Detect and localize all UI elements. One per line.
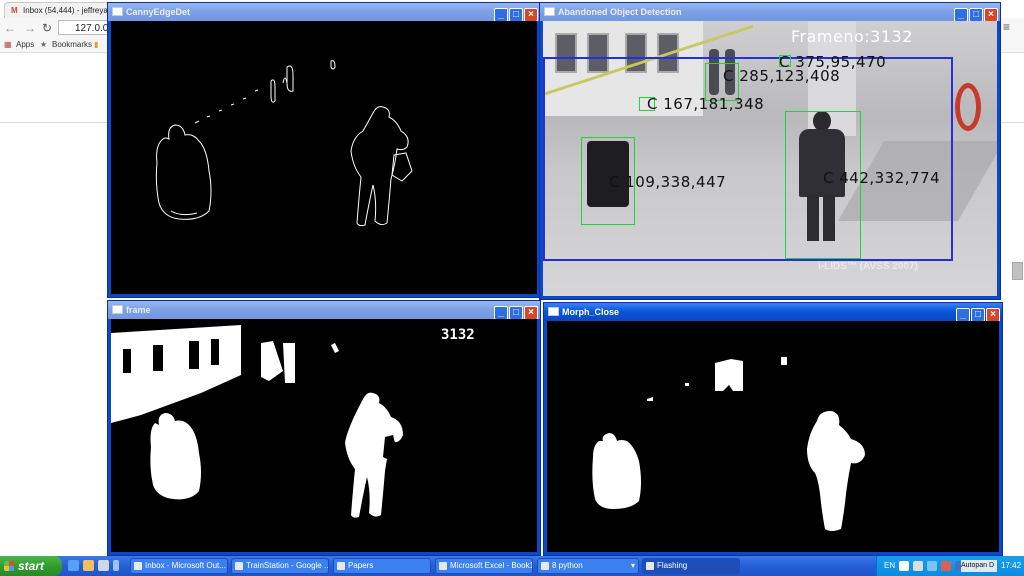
forward-arrow-icon[interactable]: →: [24, 21, 36, 35]
taskbar-item-chrome[interactable]: TrainStation - Google ...: [231, 558, 329, 574]
taskbar-item-label: 8 python: [552, 561, 583, 570]
taskbar-item-papers[interactable]: Papers: [333, 558, 431, 574]
edge-image: [155, 60, 413, 227]
python-icon: [541, 562, 549, 570]
ie-tray-icon[interactable]: [927, 561, 937, 571]
foreground-mask-view: 3132: [111, 319, 537, 552]
window-controls: _ □ ×: [955, 305, 1000, 321]
network-icon[interactable]: [913, 561, 923, 571]
taskbar-item-label: TrainStation - Google ...: [246, 561, 329, 570]
taskbar: start Inbox - Microsoft Out... TrainStat…: [0, 556, 1024, 576]
start-label: start: [18, 559, 45, 573]
menu-icon[interactable]: ≡: [1003, 20, 1010, 34]
reload-icon[interactable]: ↻: [42, 21, 52, 35]
folder-icon[interactable]: ▮: [94, 38, 98, 52]
minimize-button[interactable]: _: [494, 8, 508, 21]
maximize-button[interactable]: □: [509, 306, 523, 319]
close-button[interactable]: ×: [984, 8, 998, 21]
language-indicator[interactable]: EN: [884, 556, 895, 576]
window-title-bar[interactable]: frame _ □ ×: [108, 301, 540, 319]
frame-window[interactable]: frame _ □ × 3132: [107, 300, 541, 556]
frame-counter: 3132: [441, 327, 475, 343]
folder-icon: [337, 562, 345, 570]
window-icon: [112, 7, 123, 16]
window-controls: _ □ ×: [953, 5, 998, 21]
help-icon[interactable]: [899, 561, 909, 571]
taskbar-item-python[interactable]: 8 python ▾: [537, 558, 639, 574]
morph-close-window[interactable]: Morph_Close _ □ ×: [543, 302, 1003, 556]
taskbar-item-label: Inbox - Microsoft Out...: [145, 561, 226, 570]
window-icon: [544, 7, 555, 16]
browser-tab-title: Inbox (54,444) - jeffreyan: [23, 6, 110, 15]
watermark: i-LIDS™ (AVSS 2007): [818, 261, 918, 272]
chevron-down-icon: ▾: [630, 561, 635, 570]
window-title: frame: [126, 305, 151, 315]
chrome-icon: [235, 562, 243, 570]
window-title-bar[interactable]: CannyEdgeDet _ □ ×: [108, 3, 540, 21]
minimize-button[interactable]: _: [494, 306, 508, 319]
canny-edge-view: [111, 21, 537, 294]
start-button[interactable]: start: [0, 556, 62, 576]
window-title: CannyEdgeDet: [126, 7, 191, 17]
star-icon: ★: [40, 40, 48, 49]
window-title-bar[interactable]: Morph_Close _ □ ×: [544, 303, 1002, 321]
station-scene: C 375,95,470 C 285,123,408 C 167,181,348…: [543, 21, 997, 296]
taskbar-item-outlook[interactable]: Inbox - Microsoft Out...: [130, 558, 228, 574]
gmail-icon: M: [11, 6, 18, 15]
system-tray: EN Autopan D 17:42: [876, 556, 1024, 576]
taskbar-item-label: Papers: [348, 561, 374, 570]
foreground-mask: [111, 325, 403, 518]
minimize-button[interactable]: _: [956, 308, 970, 321]
window-icon: [548, 307, 559, 316]
frame-number-label: Frameno:3132: [791, 27, 913, 46]
minimize-button[interactable]: _: [954, 8, 968, 21]
canny-edge-window[interactable]: CannyEdgeDet _ □ ×: [107, 2, 541, 298]
morph-mask-view: [547, 321, 999, 552]
detection-label: C 442,332,774: [823, 169, 941, 187]
detection-label: C 109,338,447: [609, 173, 727, 191]
bookmark-bookmarks[interactable]: Bookmarks: [52, 38, 92, 52]
ie-icon[interactable]: [68, 560, 79, 571]
abandoned-object-window[interactable]: Abandoned Object Detection _ □ × C 375,9…: [539, 2, 1001, 300]
security-icon[interactable]: [941, 561, 951, 571]
bookmark-apps[interactable]: Apps: [16, 38, 34, 52]
apps-grid-icon: ▦: [4, 40, 12, 49]
maximize-button[interactable]: □: [971, 308, 985, 321]
scrollbar-thumb[interactable]: [1012, 262, 1023, 280]
excel-icon: [439, 562, 447, 570]
maximize-button[interactable]: □: [509, 8, 523, 21]
desktop-icon[interactable]: [98, 560, 109, 571]
window-icon: [112, 305, 123, 314]
window-title: Abandoned Object Detection: [558, 7, 682, 17]
window-controls: _ □ ×: [493, 5, 538, 21]
window-icon: [646, 562, 654, 570]
taskbar-item-label: Flashing: [657, 561, 688, 570]
taskbar-item-flashing[interactable]: Flashing: [642, 558, 740, 574]
close-button[interactable]: ×: [524, 306, 538, 319]
close-button[interactable]: ×: [986, 308, 1000, 321]
clock: 17:42: [1001, 561, 1022, 570]
detection-video-view: C 375,95,470 C 285,123,408 C 167,181,348…: [543, 21, 997, 296]
detection-label: C 285,123,408: [723, 67, 841, 85]
autopan-tray-label[interactable]: Autopan D: [961, 560, 997, 572]
taskbar-item-excel[interactable]: Microsoft Excel - Book1: [435, 558, 533, 574]
detection-label: C 167,181,348: [647, 95, 765, 113]
underground-roundel: [955, 83, 981, 131]
chevron-icon[interactable]: [113, 560, 119, 571]
outlook-icon: [134, 562, 142, 570]
folder-icon[interactable]: [83, 560, 94, 571]
windows-flag-icon: [4, 561, 14, 571]
maximize-button[interactable]: □: [969, 8, 983, 21]
close-button[interactable]: ×: [524, 8, 538, 21]
back-arrow-icon[interactable]: ←: [4, 21, 16, 35]
taskbar-item-label: Microsoft Excel - Book1: [450, 561, 533, 570]
morph-mask: [592, 357, 865, 531]
window-title: Morph_Close: [562, 307, 620, 317]
window-controls: _ □ ×: [493, 303, 538, 319]
browser-tab-gmail[interactable]: M Inbox (54,444) - jeffreyan: [4, 2, 110, 19]
window-title-bar[interactable]: Abandoned Object Detection _ □ ×: [540, 3, 1000, 21]
